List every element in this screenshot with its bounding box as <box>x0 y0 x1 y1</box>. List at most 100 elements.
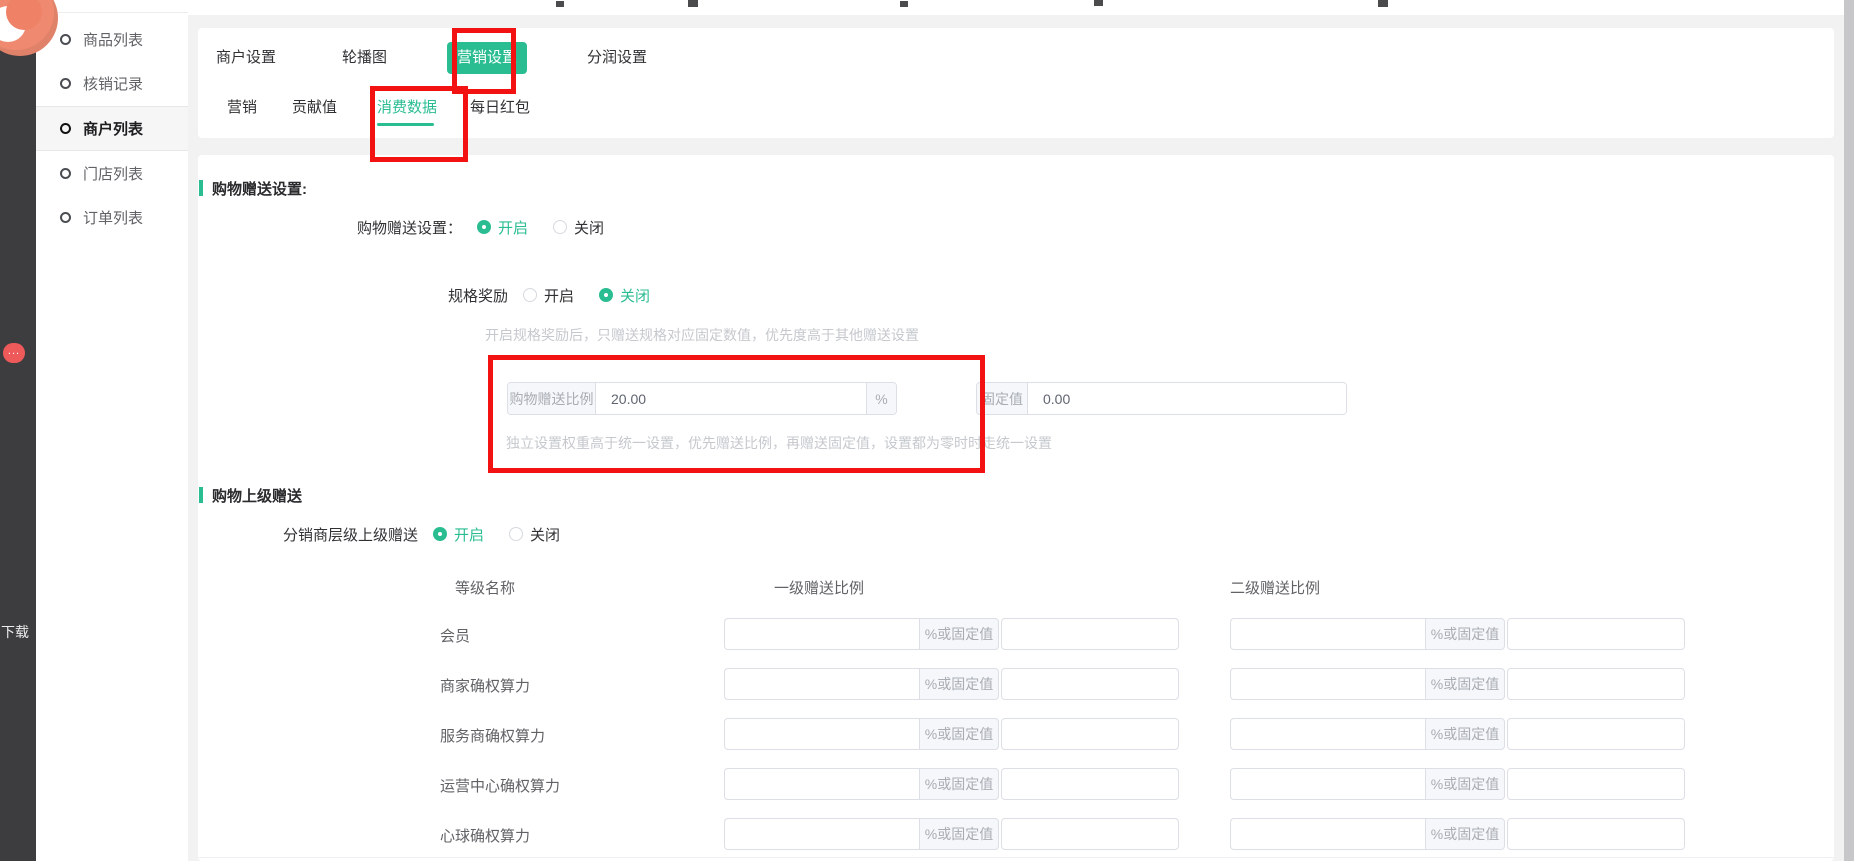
radio-off[interactable] <box>553 220 567 234</box>
level1-cell: %或固定值 <box>724 618 1179 650</box>
purchase-gift-radio-group: 购物赠送设置： 开启 关闭 <box>328 213 604 241</box>
table-row: 会员 %或固定值 %或固定值 <box>198 618 1834 650</box>
cropped-text-fragment <box>1378 0 1388 7</box>
table-header-level-name: 等级名称 <box>455 577 515 598</box>
vertical-scrollbar[interactable] <box>1844 0 1854 861</box>
level1-percent-input[interactable] <box>724 668 919 700</box>
level1-percent-input[interactable] <box>724 618 919 650</box>
table-row: 商家确权算力 %或固定值 %或固定值 <box>198 668 1834 700</box>
level-name: 心球确权算力 <box>440 825 530 846</box>
table-row: 运营中心确权算力 %或固定值 %或固定值 <box>198 768 1834 800</box>
more-actions-button[interactable]: ... <box>3 343 25 363</box>
radio-on-label[interactable]: 开启 <box>454 524 484 545</box>
radio-on-label[interactable]: 开启 <box>498 217 528 238</box>
radio-off-selected[interactable] <box>599 288 613 302</box>
sidebar-item-goods-list[interactable]: 商品列表 <box>36 17 188 62</box>
radio-off-label[interactable]: 关闭 <box>530 524 560 545</box>
level2-percent-input[interactable] <box>1230 618 1425 650</box>
radio-group-label: 规格奖励 <box>448 285 508 306</box>
sidebar-item-label: 核销记录 <box>83 73 143 94</box>
level-name: 服务商确权算力 <box>440 725 545 746</box>
level2-fixed-input[interactable] <box>1507 818 1685 850</box>
level1-cell: %或固定值 <box>724 668 1179 700</box>
level2-percent-input[interactable] <box>1230 768 1425 800</box>
level2-percent-input[interactable] <box>1230 718 1425 750</box>
radio-off[interactable] <box>509 527 523 541</box>
percent-suffix-addon: % <box>866 383 896 414</box>
level2-fixed-input[interactable] <box>1507 618 1685 650</box>
section-header-purchase-gift: 购物赠送设置: <box>199 179 307 197</box>
subtab-consumption-data-active[interactable]: 消费数据 <box>377 99 437 117</box>
level2-percent-input[interactable] <box>1230 668 1425 700</box>
sidebar-item-merchant-list[interactable]: 商户列表 <box>36 106 188 151</box>
level-name: 商家确权算力 <box>440 675 530 696</box>
gift-ratio-input[interactable] <box>596 383 866 414</box>
radio-on[interactable] <box>523 288 537 302</box>
level1-percent-input[interactable] <box>724 718 919 750</box>
level1-fixed-input[interactable] <box>1001 768 1179 800</box>
level1-percent-input[interactable] <box>724 818 919 850</box>
sidebar-item-order-list[interactable]: 订单列表 <box>36 195 188 240</box>
radio-on-selected[interactable] <box>433 527 447 541</box>
circle-icon <box>60 212 71 223</box>
radio-group-label: 分销商层级上级赠送 <box>283 524 418 545</box>
radio-on-selected[interactable] <box>477 220 491 234</box>
level2-cell: %或固定值 <box>1230 818 1685 850</box>
gift-ratio-field: 购物赠送比例 % <box>507 382 897 415</box>
cropped-text-fragment <box>900 1 908 7</box>
level2-fixed-input[interactable] <box>1507 718 1685 750</box>
section-title: 购物上级赠送 <box>212 485 302 506</box>
section-title: 购物赠送设置: <box>212 178 307 199</box>
section-accent-bar <box>199 487 203 503</box>
percent-or-fixed-addon: %或固定值 <box>919 718 999 750</box>
cropped-top-strip <box>188 0 1844 15</box>
level2-percent-input[interactable] <box>1230 818 1425 850</box>
subtab-daily-red-packet[interactable]: 每日红包 <box>470 99 530 117</box>
subtab-contribution-value[interactable]: 贡献值 <box>292 99 337 117</box>
radio-off-label[interactable]: 关闭 <box>620 285 650 306</box>
subtab-marketing[interactable]: 营销 <box>227 99 257 117</box>
weight-rule-hint: 独立设置权重高于统一设置，优先赠送比例，再赠送固定值，设置都为零时时走统一设置 <box>506 435 1052 451</box>
level2-fixed-input[interactable] <box>1507 768 1685 800</box>
sidebar: 商品列表 核销记录 商户列表 门店列表 订单列表 <box>36 0 188 861</box>
radio-off-label[interactable]: 关闭 <box>574 217 604 238</box>
level2-fixed-input[interactable] <box>1507 668 1685 700</box>
sidebar-item-store-list[interactable]: 门店列表 <box>36 151 188 196</box>
circle-icon <box>60 34 71 45</box>
fixed-value-label-addon: 固定值 <box>977 383 1028 414</box>
tab-carousel[interactable]: 轮播图 <box>342 48 387 68</box>
spec-reward-radio-group: 规格奖励 开启 关闭 <box>448 281 650 309</box>
table-row: 服务商确权算力 %或固定值 %或固定值 <box>198 718 1834 750</box>
level2-cell: %或固定值 <box>1230 618 1685 650</box>
level1-fixed-input[interactable] <box>1001 718 1179 750</box>
sidebar-item-label: 订单列表 <box>83 207 143 228</box>
level1-fixed-input[interactable] <box>1001 618 1179 650</box>
level1-fixed-input[interactable] <box>1001 668 1179 700</box>
cropped-text-fragment <box>556 1 564 7</box>
radio-on-label[interactable]: 开启 <box>544 285 574 306</box>
level1-cell: %或固定值 <box>724 718 1179 750</box>
table-header-level2-ratio: 二级赠送比例 <box>1230 577 1320 598</box>
fixed-value-input[interactable] <box>1028 383 1346 414</box>
percent-or-fixed-addon: %或固定值 <box>919 818 999 850</box>
level2-cell: %或固定值 <box>1230 718 1685 750</box>
percent-or-fixed-addon: %或固定值 <box>1425 768 1505 800</box>
sidebar-item-label: 商品列表 <box>83 29 143 50</box>
sidebar-item-verify-records[interactable]: 核销记录 <box>36 61 188 106</box>
percent-or-fixed-addon: %或固定值 <box>1425 668 1505 700</box>
tab-merchant-settings[interactable]: 商户设置 <box>216 48 276 68</box>
left-rail: ... 下载 <box>0 0 36 861</box>
level1-percent-input[interactable] <box>724 768 919 800</box>
cropped-text-fragment <box>688 0 698 7</box>
tab-profit-sharing-settings[interactable]: 分润设置 <box>587 48 647 68</box>
download-link[interactable]: 下载 <box>1 622 35 642</box>
table-header-level1-ratio: 一级赠送比例 <box>774 577 864 598</box>
sidebar-item-label: 商户列表 <box>83 118 143 139</box>
circle-icon <box>60 168 71 179</box>
content-card: 购物赠送设置: 购物赠送设置： 开启 关闭 规格奖励 开启 关闭 开启规格奖励后… <box>198 155 1834 861</box>
radio-group-label: 购物赠送设置： <box>328 217 462 238</box>
percent-or-fixed-addon: %或固定值 <box>1425 818 1505 850</box>
spec-reward-hint: 开启规格奖励后，只赠送规格对应固定数值，优先度高于其他赠送设置 <box>485 327 919 343</box>
level1-fixed-input[interactable] <box>1001 818 1179 850</box>
tab-marketing-settings-active[interactable]: 营销设置 <box>447 42 527 74</box>
